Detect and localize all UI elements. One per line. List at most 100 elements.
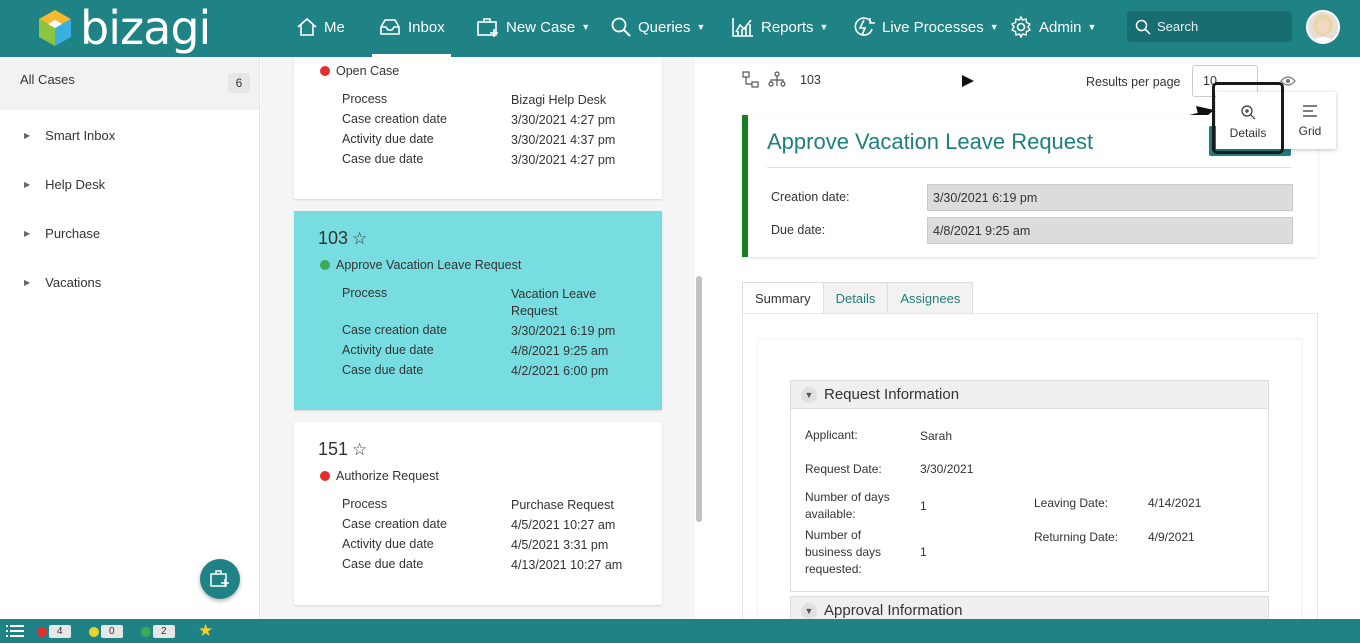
field-value: 4/8/2021 9:25 am — [511, 344, 609, 358]
field-key: Case due date — [342, 363, 424, 377]
all-cases-item[interactable]: All Cases 6 — [0, 57, 259, 110]
case-list-scrollbar-thumb[interactable] — [696, 276, 702, 522]
user-avatar[interactable] — [1306, 10, 1340, 44]
caret-down-icon: ▼ — [819, 22, 829, 32]
caret-down-icon: ▼ — [1087, 22, 1097, 32]
leaving-date-label: Leaving Date: — [1034, 496, 1109, 510]
summary-tab-panel: ▼ Request Information Applicant: Sarah R… — [742, 313, 1318, 636]
nav-me-label: Me — [324, 18, 345, 36]
bizagi-logo[interactable]: bizagi — [36, 1, 211, 55]
field-value: 3/30/2021 4:37 pm — [511, 133, 616, 147]
menu-list-icon[interactable] — [6, 624, 24, 638]
returning-date-value: 4/9/2021 — [1148, 530, 1195, 544]
applicant-value: Sarah — [920, 429, 953, 443]
overdue-cases-counter[interactable]: 4 — [37, 625, 71, 638]
list-lines-icon — [1303, 104, 1317, 117]
live-processes-icon — [854, 17, 875, 36]
nav-inbox-label: Inbox — [408, 18, 445, 36]
play-arrow-icon — [962, 75, 974, 87]
due-date-label: Due date: — [771, 223, 826, 237]
tab-summary[interactable]: Summary — [742, 282, 824, 314]
nav-new-case-label: New Case — [506, 18, 576, 36]
field-key: Case creation date — [342, 112, 447, 126]
all-cases-count-badge: 6 — [228, 73, 250, 93]
workflow-icon[interactable] — [742, 71, 760, 89]
status-yellow-dot-icon — [89, 626, 99, 637]
on-time-cases-counter[interactable]: 2 — [141, 625, 175, 638]
sidebar-item-label: Purchase — [45, 225, 101, 241]
request-information-group: ▼ Request Information Applicant: Sarah R… — [790, 380, 1269, 592]
nav-me[interactable]: Me — [296, 0, 345, 54]
case-task-label: Open Case — [336, 64, 400, 78]
nav-live-processes[interactable]: Live Processes ▼ — [852, 0, 999, 54]
case-number-label: 103 — [318, 228, 349, 248]
status-red-dot-icon — [320, 66, 330, 76]
at-risk-cases-counter[interactable]: 0 — [89, 625, 123, 638]
field-value: 4/13/2021 10:27 am — [511, 558, 623, 572]
sidebar-item-label: Smart Inbox — [45, 127, 116, 143]
case-card-selected[interactable]: 103 ☆ Approve Vacation Leave Request Pro… — [294, 211, 662, 410]
search-input[interactable] — [1157, 19, 1287, 34]
overdue-count: 4 — [49, 625, 71, 638]
sidebar-item-label: Vacations — [45, 274, 102, 290]
nav-inbox[interactable]: Inbox — [372, 0, 451, 57]
case-card[interactable]: Open Case Process Bizagi Help Desk Case c… — [294, 57, 662, 199]
sidebar-item-label: Help Desk — [45, 176, 106, 192]
bottom-status-bar: 4 0 2 ★ — [0, 619, 1360, 643]
request-information-title: Request Information — [824, 386, 960, 403]
sidebar-item-help-desk[interactable]: ▶ Help Desk — [0, 173, 259, 195]
favorites-star-icon[interactable]: ★ — [198, 621, 213, 641]
search-box[interactable] — [1127, 11, 1292, 42]
view-switcher-popover: Details Grid — [1212, 82, 1336, 154]
nav-queries[interactable]: Queries ▼ — [610, 0, 705, 54]
case-card[interactable]: 151 ☆ Authorize Request Process Purchase … — [294, 422, 662, 605]
nav-reports[interactable]: Reports ▼ — [731, 0, 828, 54]
sidebar-item-smart-inbox[interactable]: ▶ Smart Inbox — [0, 124, 259, 146]
details-view-label: Details — [1229, 126, 1267, 140]
field-key: Process — [342, 92, 388, 106]
hierarchy-icon[interactable] — [768, 71, 786, 89]
status-green-dot-icon — [320, 260, 330, 270]
expand-arrow-icon[interactable]: ▶ — [24, 278, 30, 287]
reports-chart-icon — [732, 18, 753, 37]
field-value: Vacation Leave Request — [511, 287, 597, 318]
sidebar-item-purchase[interactable]: ▶ Purchase — [0, 222, 259, 244]
approval-information-title: Approval Information — [824, 602, 963, 619]
due-date-value: 4/8/2021 9:25 am — [927, 217, 1293, 244]
field-key: Case creation date — [342, 323, 447, 337]
summary-form-panel: ▼ Request Information Applicant: Sarah R… — [758, 340, 1301, 636]
nav-admin[interactable]: Admin ▼ — [1009, 0, 1096, 54]
activity-title: Approve Vacation Leave Request — [767, 129, 1094, 154]
case-list: Open Case Process Bizagi Help Desk Case c… — [261, 57, 703, 619]
expand-arrow-icon[interactable]: ▶ — [24, 180, 30, 189]
tab-assignees[interactable]: Assignees — [887, 282, 974, 314]
star-outline-icon[interactable]: ☆ — [352, 440, 367, 460]
field-key: Process — [342, 286, 388, 300]
case-task: Authorize Request — [320, 469, 439, 483]
new-case-fab-button[interactable] — [200, 559, 240, 599]
sidebar-item-vacations[interactable]: ▶ Vacations — [0, 271, 259, 293]
chevron-down-icon[interactable]: ▼ — [801, 602, 817, 619]
case-task: Open Case — [320, 64, 399, 78]
field-key: Process — [342, 497, 388, 511]
days-available-value: 1 — [920, 499, 927, 513]
expand-arrow-icon[interactable]: ▶ — [24, 131, 30, 140]
case-number-label: 151 — [318, 439, 349, 459]
leaving-date-value: 4/14/2021 — [1148, 496, 1202, 510]
field-value: 3/30/2021 6:19 pm — [511, 324, 616, 338]
user-photo-icon — [1308, 12, 1338, 42]
header-divider — [767, 167, 1291, 168]
field-value: Bizagi Help Desk — [511, 93, 607, 107]
chevron-down-icon[interactable]: ▼ — [801, 386, 817, 403]
request-information-header[interactable]: ▼ Request Information — [791, 381, 1268, 409]
expand-arrow-icon[interactable]: ▶ — [24, 229, 30, 238]
nav-new-case[interactable]: New Case ▼ — [476, 0, 590, 54]
grid-view-button[interactable]: Grid — [1284, 92, 1336, 149]
logo-text: bizagi — [80, 1, 211, 55]
detail-case-number: 103 — [800, 73, 821, 87]
business-days-label: Number of business days requested: — [805, 528, 882, 576]
field-value: 4/2/2021 6:00 pm — [511, 364, 609, 378]
details-view-button[interactable]: Details — [1212, 82, 1284, 154]
star-outline-icon[interactable]: ☆ — [352, 229, 367, 249]
tab-details[interactable]: Details — [822, 282, 889, 314]
